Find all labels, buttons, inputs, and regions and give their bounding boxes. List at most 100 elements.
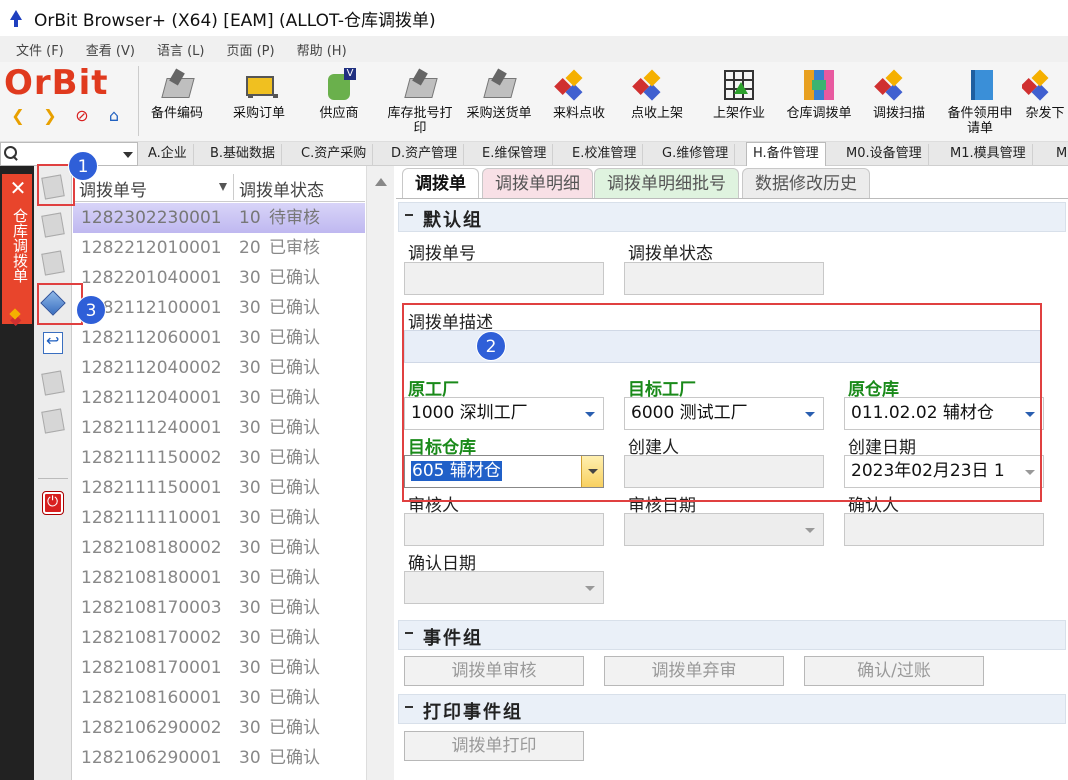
cell-status-text: 已确认 <box>269 538 320 558</box>
stop-icon[interactable]: ⊘ <box>72 106 92 126</box>
tab-basic-data[interactable]: B.基础数据 <box>204 144 283 166</box>
table-row[interactable]: 1282108180002 30 已确认 <box>73 533 365 563</box>
side-tab-warehouse-transfer[interactable]: ✕ 仓库调拨单 <box>2 174 32 324</box>
reviewer-field[interactable] <box>404 513 604 546</box>
chevron-down-icon[interactable] <box>585 586 595 591</box>
tab-maintenance[interactable]: E.维保管理 <box>476 144 554 166</box>
exit-button[interactable] <box>38 488 68 518</box>
tab-data-history[interactable]: 数据修改历史 <box>742 168 870 198</box>
table-row[interactable]: 1282111240001 30 已确认 <box>73 413 365 443</box>
copy-record-button[interactable] <box>38 210 68 240</box>
tool-label: 调拨扫描 <box>872 106 925 121</box>
table-row[interactable]: 1282112040002 30 已确认 <box>73 353 365 383</box>
tab-equipment[interactable]: M0.设备管理 <box>840 144 929 166</box>
collapse-icon[interactable] <box>405 214 413 216</box>
column-header-transfer-status[interactable]: 调拨单状态 <box>239 176 324 201</box>
group-print[interactable]: 打印事件组 <box>398 694 1066 724</box>
table-row[interactable]: 1282111110001 30 已确认 <box>73 503 365 533</box>
group-events[interactable]: 事件组 <box>398 620 1066 650</box>
table-row[interactable]: 1282108170002 30 已确认 <box>73 623 365 653</box>
refresh-button[interactable] <box>38 406 68 436</box>
table-row[interactable]: 1282108160001 30 已确认 <box>73 683 365 713</box>
column-divider[interactable] <box>233 174 234 200</box>
unapprove-transfer-button[interactable]: 调拨单弃审 <box>604 656 784 686</box>
tab-asset-management[interactable]: D.资产管理 <box>385 144 465 166</box>
scroll-up-icon[interactable] <box>375 178 387 186</box>
transfer-status-field[interactable] <box>624 262 824 295</box>
forward-icon[interactable]: ❯ <box>40 106 60 126</box>
confirmer-field[interactable] <box>844 513 1044 546</box>
tool-label: 供应商 <box>319 106 359 121</box>
boxes-icon <box>640 68 674 102</box>
table-row[interactable]: 1282108170003 30 已确认 <box>73 593 365 623</box>
tool-warehouse-transfer[interactable]: 仓库调拨单 <box>782 66 856 140</box>
close-icon[interactable]: ✕ <box>8 178 28 198</box>
menu-file[interactable]: 文件 (F) <box>16 40 64 59</box>
transfer-no-field[interactable] <box>404 262 604 295</box>
chevron-down-icon[interactable] <box>123 152 133 158</box>
table-row[interactable]: 1282302230001 10 待审核 <box>73 203 365 233</box>
approve-transfer-button[interactable]: 调拨单审核 <box>404 656 584 686</box>
cell-status-text: 已审核 <box>269 238 320 258</box>
tab-enterprise[interactable]: A.企业 <box>142 144 194 166</box>
tool-receipt-shelving[interactable]: 点收上架 <box>620 66 694 140</box>
table-row[interactable]: 1282108170001 30 已确认 <box>73 653 365 683</box>
group-label: 打印事件组 <box>423 702 523 723</box>
tool-transfer-scan[interactable]: 调拨扫描 <box>862 66 936 140</box>
tool-stock-batch-print[interactable]: 库存批号打印 <box>382 66 458 140</box>
tool-purchase-order[interactable]: 采购订单 <box>222 66 296 140</box>
tool-shelving-operation[interactable]: 上架作业 <box>702 66 776 140</box>
review-date-picker[interactable] <box>624 513 824 546</box>
menu-view[interactable]: 查看 (V) <box>86 40 135 59</box>
tool-incoming-receipt[interactable]: 来料点收 <box>542 66 616 140</box>
cell-transfer-no: 1282111150002 <box>81 448 222 468</box>
tab-repair[interactable]: G.维修管理 <box>656 144 736 166</box>
table-row[interactable]: 1282212010001 20 已审核 <box>73 233 365 263</box>
tab-calibration[interactable]: E.校准管理 <box>566 144 644 166</box>
tool-supplier[interactable]: 供应商 <box>302 66 376 140</box>
tab-transfer-detail-batch[interactable]: 调拨单明细批号 <box>594 168 739 198</box>
table-row[interactable]: 1282106290002 30 已确认 <box>73 713 365 743</box>
tab-asset-purchase[interactable]: C.资产采购 <box>295 144 374 166</box>
tool-spare-requisition[interactable]: 备件领用申请单 <box>942 66 1018 140</box>
power-icon <box>42 491 64 515</box>
table-row[interactable]: 1282112060001 30 已确认 <box>73 323 365 353</box>
cell-status-code: 30 <box>239 658 261 678</box>
undo-button[interactable] <box>38 328 68 358</box>
chevron-down-icon[interactable] <box>805 528 815 533</box>
collapse-icon[interactable] <box>405 632 413 634</box>
confirm-date-picker[interactable] <box>404 571 604 604</box>
table-row[interactable]: 1282112100001 30 已确认 <box>73 293 365 323</box>
print-transfer-button[interactable]: 调拨单打印 <box>404 731 584 761</box>
filter-icon[interactable] <box>219 183 227 191</box>
collapse-icon[interactable] <box>405 706 413 708</box>
table-row[interactable]: 1282112040001 30 已确认 <box>73 383 365 413</box>
table-row[interactable]: 1282201040001 30 已确认 <box>73 263 365 293</box>
tab-transfer[interactable]: 调拨单 <box>402 168 479 198</box>
back-icon[interactable]: ❮ <box>8 106 28 126</box>
cell-status-text: 已确认 <box>269 718 320 738</box>
tool-purchase-delivery[interactable]: 采购送货单 <box>462 66 536 140</box>
tab-mold[interactable]: M1.模具管理 <box>944 144 1033 166</box>
tool-spare-part-code[interactable]: 备件编码 <box>140 66 214 140</box>
table-row[interactable]: 1282108180001 30 已确认 <box>73 563 365 593</box>
pencil-icon <box>41 250 65 276</box>
table-row[interactable]: 1282111150001 30 已确认 <box>73 473 365 503</box>
edit-record-button[interactable] <box>38 248 68 278</box>
confirm-post-button[interactable]: 确认/过账 <box>804 656 984 686</box>
tab-spare-parts[interactable]: H.备件管理 <box>746 142 826 166</box>
table-row[interactable]: 1282106290001 30 已确认 <box>73 743 365 773</box>
menu-page[interactable]: 页面 (P) <box>226 40 274 59</box>
tool-misc-issue[interactable]: 杂发下 <box>1022 66 1068 140</box>
group-default[interactable]: 默认组 <box>398 202 1066 232</box>
column-header-transfer-no[interactable]: 调拨单号 <box>79 176 147 201</box>
tab-transfer-detail[interactable]: 调拨单明细 <box>482 168 593 198</box>
toolbar: OrBit ❮ ❯ ⊘ ⌂ 备件编码 采购订单 供应商 库存批号打印 采购送货单… <box>0 62 1068 142</box>
menu-language[interactable]: 语言 (L) <box>157 40 205 59</box>
delete-record-button[interactable] <box>38 368 68 398</box>
menu-help[interactable]: 帮助 (H) <box>297 40 347 59</box>
tab-more[interactable]: M <box>1050 144 1068 166</box>
home-icon[interactable]: ⌂ <box>104 106 124 126</box>
table-row[interactable]: 1282111150002 30 已确认 <box>73 443 365 473</box>
list-scrollbar[interactable] <box>366 166 394 780</box>
